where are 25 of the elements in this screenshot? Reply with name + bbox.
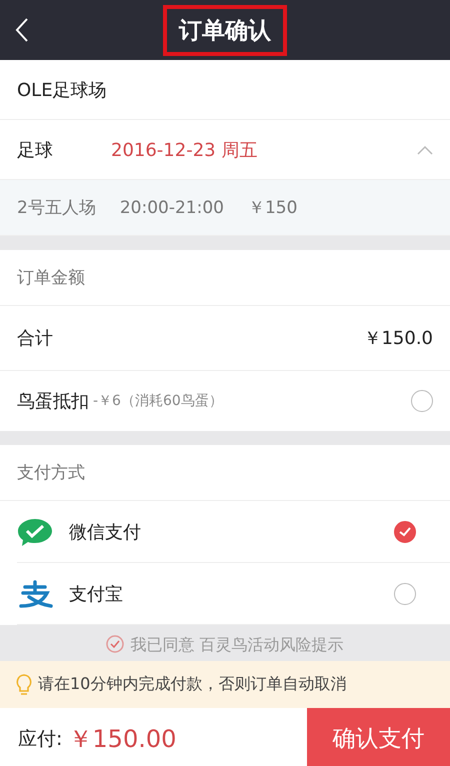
payment-method: 支付宝: [69, 582, 124, 606]
notice-text: 请在10分钟内完成付款，否则订单自动取消: [38, 674, 346, 695]
lightbulb-icon: [16, 674, 32, 696]
amount-due: ￥150.00: [68, 724, 176, 754]
time-slot: 20:00-21:00: [120, 198, 224, 218]
back-button[interactable]: [14, 17, 30, 43]
discount-label: 鸟蛋抵扣: [17, 390, 89, 413]
booking-date: 2016-12-23 周五: [111, 138, 258, 162]
page-title: 订单确认: [163, 4, 287, 56]
radio-button[interactable]: [394, 520, 416, 542]
slot-price: ￥150: [248, 197, 298, 219]
payment-logo-icon: [17, 578, 53, 608]
radio-button[interactable]: [411, 390, 433, 412]
check-icon: [399, 526, 411, 536]
radio-button[interactable]: [394, 582, 416, 604]
discount-detail: -￥6（消耗60鸟蛋）: [93, 392, 224, 410]
agreement-text: 我已同意 百灵鸟活动风险提示: [130, 635, 344, 655]
confirm-pay-button[interactable]: 确认支付: [307, 708, 450, 766]
total-amount: ￥150.0: [363, 327, 433, 350]
sport-label: 足球: [17, 138, 53, 162]
amount-due-label: 应付:: [18, 726, 62, 752]
court-name: 2号五人场: [17, 197, 96, 219]
checkbox[interactable]: [106, 635, 124, 653]
payment-method: 微信支付: [69, 520, 142, 544]
total-label: 合计: [17, 327, 53, 350]
